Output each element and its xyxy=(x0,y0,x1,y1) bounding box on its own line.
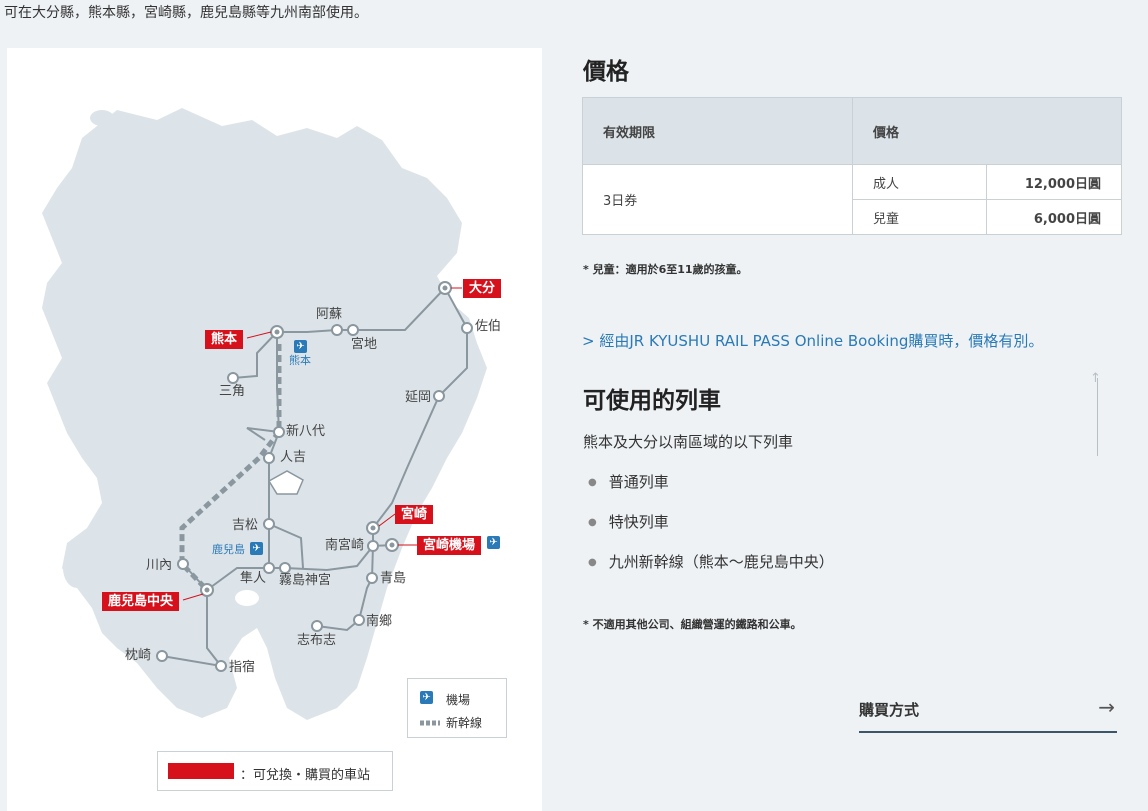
station-label-hitoyoshi: 人吉 xyxy=(280,450,307,465)
price-heading: 價格 xyxy=(583,59,629,85)
land-island xyxy=(199,429,235,457)
station-label-misumi: 三角 xyxy=(219,384,246,399)
fare-amount-child: 6,000日圓 xyxy=(986,199,1122,235)
header-period: 有效期限 xyxy=(582,97,853,165)
station-label-miyaji: 宮地 xyxy=(351,337,378,352)
trains-note: * 不適用其他公司、組織營運的鐵路和公車。 xyxy=(583,618,802,631)
header-price: 價格 xyxy=(852,97,1122,165)
station-label-makurazaki: 枕崎 xyxy=(125,648,152,663)
station-dot xyxy=(353,614,365,626)
station-dot xyxy=(311,620,323,632)
station-label-nobeoka: 延岡 xyxy=(405,390,432,405)
station-dot xyxy=(347,324,359,336)
red-tag-oita: 大分 xyxy=(463,279,502,298)
train-item: ● 九州新幹線（熊本～鹿兒島中央） xyxy=(588,551,834,572)
station-dot xyxy=(279,562,291,574)
station-dot xyxy=(366,572,378,584)
airplane-icon: ✈ xyxy=(487,536,500,549)
red-station-legend: ：可兌換・購買的車站 xyxy=(157,751,393,791)
station-label-hayato: 隼人 xyxy=(240,571,267,586)
online-booking-link[interactable]: > 經由JR KYUSHU RAIL PASS Online Booking購買… xyxy=(582,330,1043,351)
station-label-shibushi: 志布志 xyxy=(297,633,337,648)
legend-shinkansen-label: 新幹線 xyxy=(446,716,483,730)
train-item: ● 特快列車 xyxy=(588,511,669,532)
station-major-core xyxy=(370,525,376,531)
train-item: ● 普通列車 xyxy=(588,471,669,492)
station-dot xyxy=(273,426,285,438)
station-dot xyxy=(227,372,239,384)
shinkansen-legend-icon xyxy=(420,720,440,726)
fare-type-child: 兒童 xyxy=(852,199,987,235)
child-note: * 兒童：適用於6至11歲的孩童。 xyxy=(583,263,748,276)
land-island xyxy=(63,548,91,588)
arrow-right-icon: → xyxy=(1098,695,1115,719)
map-legend: ✈ 機場 新幹線 xyxy=(407,678,507,738)
how-to-buy-button[interactable]: 購買方式 → xyxy=(859,695,1117,733)
red-tag-miyazaki: 宮崎 xyxy=(395,505,434,524)
route-map: 阿蘇 宮地 佐伯 三角 新八代 延岡 人吉 吉松 南宮崎 川內 隼人 霧島神宮 … xyxy=(7,48,542,811)
intro-text: 可在大分縣，熊本縣，宮崎縣，鹿兒島縣等九州南部使用。 xyxy=(4,5,368,21)
train-item-label: 特快列車 xyxy=(608,513,669,531)
station-label-minamimiyazaki: 南宮崎 xyxy=(325,538,365,553)
land-kyushu xyxy=(42,108,487,720)
station-label-aoshima: 青島 xyxy=(380,571,407,586)
airplane-icon: ✈ xyxy=(250,542,263,555)
bullet-icon: ● xyxy=(588,557,597,568)
airport-label-kagoshima: 鹿兒島 xyxy=(212,543,245,556)
period-cell: 3日券 xyxy=(582,164,853,235)
trains-intro: 熊本及大分以南區域的以下列車 xyxy=(583,433,794,451)
airport-label-kumamoto: 熊本 xyxy=(289,354,311,367)
station-dot xyxy=(215,660,227,672)
red-station-legend-text: ：可兌換・購買的車站 xyxy=(240,768,371,783)
station-dot xyxy=(367,540,379,552)
station-label-saiki: 佐伯 xyxy=(475,319,502,334)
airplane-icon: ✈ xyxy=(420,691,433,704)
how-to-buy-label: 購買方式 xyxy=(859,701,920,719)
station-dot xyxy=(461,322,473,334)
price-table: 有效期限 價格 3日券 成人 12,000日圓 兒童 6,000日圓 xyxy=(582,97,1122,235)
fare-type-adult: 成人 xyxy=(852,164,987,200)
trains-heading: 可使用的列車 xyxy=(583,388,721,414)
station-dot xyxy=(177,558,189,570)
station-dot xyxy=(331,324,343,336)
station-label-sendai: 川內 xyxy=(146,558,173,573)
station-dot xyxy=(263,452,275,464)
station-major-core xyxy=(389,542,395,548)
station-label-yoshimatsu: 吉松 xyxy=(232,518,259,533)
station-label-ibusuki: 指宿 xyxy=(229,660,256,675)
legend-airport-label: 機場 xyxy=(446,693,471,707)
bullet-icon: ● xyxy=(588,477,597,488)
station-major-core xyxy=(274,329,280,335)
station-dot xyxy=(156,650,168,662)
arrow-up-icon[interactable]: ↑ xyxy=(1090,372,1101,385)
land-island xyxy=(235,590,259,606)
red-swatch xyxy=(168,763,234,779)
station-label-shinyatsushiro: 新八代 xyxy=(286,424,326,439)
land-island xyxy=(90,110,114,126)
airplane-icon: ✈ xyxy=(294,340,307,353)
station-major-core xyxy=(442,285,448,291)
train-item-label: 普通列車 xyxy=(608,473,669,491)
red-tag-miyazaki-airport: 宮崎機場 xyxy=(417,536,482,555)
station-label-aso: 阿蘇 xyxy=(316,307,343,322)
station-label-kirishimajingu: 霧島神宮 xyxy=(279,573,332,588)
station-dot xyxy=(263,518,275,530)
train-item-label: 九州新幹線（熊本～鹿兒島中央） xyxy=(608,553,834,571)
red-tag-kagoshima-chuo: 鹿兒島中央 xyxy=(102,592,180,611)
station-label-nango: 南鄉 xyxy=(366,614,393,629)
fare-amount-adult: 12,000日圓 xyxy=(986,164,1122,200)
scroll-top-line[interactable] xyxy=(1097,378,1098,456)
bullet-icon: ● xyxy=(588,517,597,528)
station-dot xyxy=(433,390,445,402)
red-tag-kumamoto: 熊本 xyxy=(205,330,244,349)
station-major-core xyxy=(204,587,210,593)
